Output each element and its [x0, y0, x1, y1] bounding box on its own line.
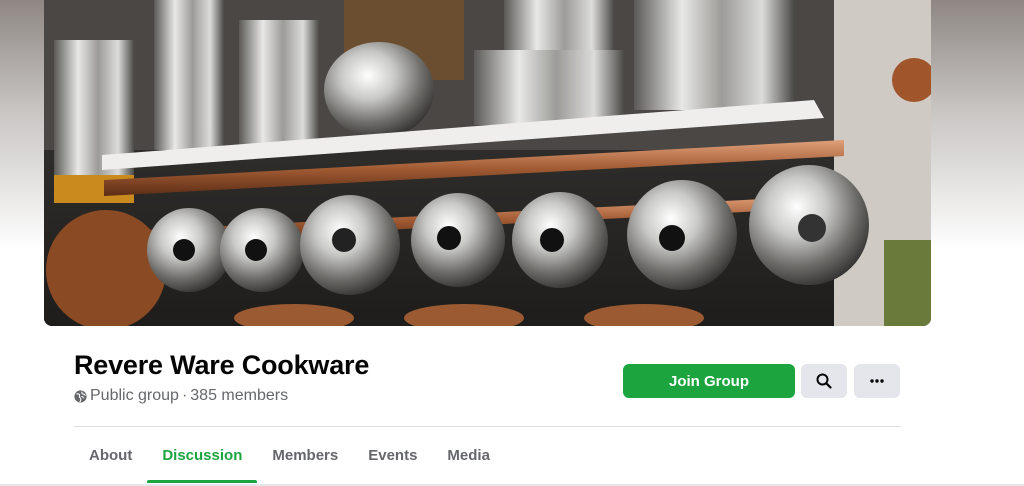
tab-discussion[interactable]: Discussion	[147, 428, 258, 483]
tab-events[interactable]: Events	[353, 428, 432, 483]
more-icon	[870, 379, 884, 383]
tab-members[interactable]: Members	[257, 428, 353, 483]
tab-about[interactable]: About	[74, 428, 147, 483]
tab-media[interactable]: Media	[432, 428, 505, 483]
member-count[interactable]: 385 members	[190, 387, 288, 405]
globe-icon	[74, 390, 87, 403]
search-icon	[816, 373, 832, 389]
privacy-label: Public group	[90, 387, 179, 404]
join-group-button[interactable]: Join Group	[623, 364, 795, 398]
cover-photo[interactable]	[44, 0, 931, 326]
meta-separator: ·	[181, 387, 188, 404]
group-title[interactable]: Revere Ware Cookware	[74, 350, 369, 381]
group-tabs: About Discussion Members Events Media	[74, 428, 505, 484]
more-options-button[interactable]	[854, 364, 900, 398]
group-meta: Public group · 385 members	[74, 387, 288, 405]
search-button[interactable]	[801, 364, 847, 398]
header-divider	[74, 426, 901, 427]
